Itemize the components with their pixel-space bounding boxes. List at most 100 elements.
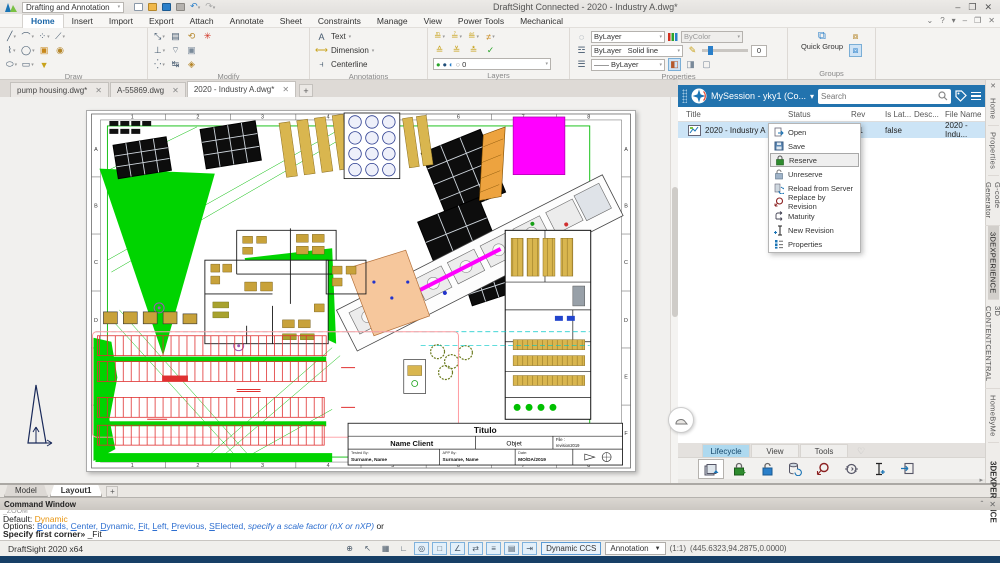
donut-tool-icon[interactable]: ◉ — [54, 44, 67, 57]
menu-home[interactable]: Home — [22, 14, 64, 28]
option-dynamic[interactable]: Dynamic, — [100, 523, 135, 531]
layer-freeze-icon[interactable]: ≟▾ — [450, 30, 463, 43]
tab-lifecycle[interactable]: Lifecycle — [702, 444, 750, 457]
layer-off-icon[interactable]: ≙ — [433, 44, 446, 57]
doc-tab-a55869[interactable]: A-55869.dwg✕ — [110, 82, 186, 97]
menu-export[interactable]: Export — [141, 14, 182, 28]
rectangle-tool-icon[interactable]: ▭▾ — [21, 58, 35, 71]
menu-maturity[interactable]: Maturity — [770, 209, 859, 223]
revisions-button[interactable] — [838, 459, 864, 479]
col-title[interactable]: Title — [686, 110, 701, 119]
tab-view[interactable]: View — [751, 444, 799, 457]
undo-icon[interactable]: ↶▾ — [190, 2, 200, 13]
scroll-right-icon[interactable]: ▸ — [979, 476, 983, 484]
circle-tool-icon[interactable]: ◯▾ — [21, 44, 35, 57]
floor-plan-drawing[interactable]: 12345678 12345678 ABCDEF ABCDEF — [87, 111, 635, 471]
panel-hscrollbar[interactable]: ▸ — [678, 479, 985, 483]
tab-model[interactable]: Model — [4, 485, 48, 497]
minimize-button[interactable]: – — [955, 2, 960, 13]
search-input[interactable] — [821, 92, 938, 101]
tab-tools[interactable]: Tools — [800, 444, 848, 457]
match-properties-icon[interactable]: ◧ — [668, 58, 681, 71]
search-icon[interactable] — [938, 91, 948, 101]
annotation-scale-dropdown[interactable]: Annotation▼ — [605, 542, 665, 555]
option-selected[interactable]: SElected, — [209, 523, 245, 531]
drag-grip-icon[interactable] — [682, 89, 687, 103]
save-icon[interactable] — [162, 3, 171, 11]
chevron-down-icon[interactable]: ▾ — [810, 92, 814, 101]
doc-restore-icon[interactable]: ❐ — [974, 16, 981, 25]
drawing-canvas[interactable]: 12345678 12345678 ABCDEF ABCDEF — [0, 97, 678, 483]
col-file-name[interactable]: File Name — [945, 110, 981, 119]
doc-tab-pump-housing[interactable]: pump housing.dwg*✕ — [10, 82, 109, 97]
stretch-tool-icon[interactable]: ↹ — [169, 58, 182, 71]
hatch-tool-icon[interactable]: ▼ — [38, 58, 51, 71]
menu-manage[interactable]: Manage — [369, 14, 416, 28]
doc-tab-industry-a[interactable]: 2020 - Industry A.dwg*✕ — [187, 81, 296, 97]
fillet-tool-icon[interactable]: ⌔ — [169, 44, 182, 57]
assistant-bubble-button[interactable] — [668, 407, 694, 433]
lineweight-dropdown[interactable]: ——ByLayer▾ — [591, 59, 665, 71]
print-icon[interactable] — [176, 3, 185, 11]
transparency-value[interactable]: 0 — [751, 45, 767, 57]
entity-snap-icon[interactable]: ⊕ — [342, 542, 357, 555]
dynamic-input-icon[interactable]: ⇥ — [522, 542, 537, 555]
close-panel-icon[interactable]: ✕ — [990, 80, 996, 92]
menu-replace-by-revision[interactable]: Replace by Revision — [770, 195, 859, 209]
col-desc[interactable]: Desc... — [914, 110, 939, 119]
option-left[interactable]: Left, — [152, 523, 169, 531]
layer-thaw-icon[interactable]: ≛ — [467, 44, 480, 57]
tag-icon[interactable] — [955, 90, 967, 102]
esnap-icon[interactable]: □ — [432, 542, 447, 555]
menu-attach[interactable]: Attach — [182, 14, 222, 28]
move-tool-icon[interactable]: ⤡▾ — [153, 30, 166, 43]
menu-power-tools[interactable]: Power Tools — [450, 14, 512, 28]
close-command-icon[interactable]: ✕ — [989, 500, 996, 509]
menu-icon[interactable] — [971, 92, 981, 101]
linecolor-dropdown[interactable]: ByLayer▾ — [591, 31, 665, 43]
reload-db-button[interactable] — [782, 459, 808, 479]
side-tab-homebyme[interactable]: HomeByMe — [988, 389, 999, 444]
option-previous[interactable]: Previous, — [171, 523, 206, 531]
open-file-icon[interactable] — [148, 3, 157, 11]
doc-close-icon[interactable]: ✕ — [988, 16, 995, 25]
side-tab-gcode[interactable]: G-code Generator — [983, 176, 1000, 225]
layer-check-icon[interactable]: ✓ — [484, 44, 497, 57]
scale-tool-icon[interactable]: ▣ — [185, 44, 198, 57]
menu-view[interactable]: View — [416, 14, 450, 28]
explode-tool-icon[interactable]: ✳ — [201, 30, 214, 43]
side-tab-3dcontentcentral[interactable]: 3D CONTENTCENTRAL — [983, 300, 1000, 388]
command-lines[interactable]: _ZOOM Default: Dynamic Options: Bounds, … — [0, 510, 1000, 540]
new-file-icon[interactable] — [134, 3, 143, 11]
option-fit[interactable]: Fit, — [138, 523, 150, 531]
close-button[interactable]: ✕ — [984, 2, 992, 13]
restore-button[interactable]: ❐ — [968, 2, 976, 13]
expand-command-icon[interactable]: ˆ — [981, 500, 984, 509]
workspace-selector[interactable]: Drafting and Annotation▾ — [22, 2, 124, 13]
centerline-button[interactable]: ⫞Centerline — [315, 58, 422, 71]
grip-icon[interactable]: ↖ — [360, 542, 375, 555]
doc-minimize-icon[interactable]: – — [963, 16, 967, 25]
clean-screen-icon[interactable]: ▢ — [700, 58, 713, 71]
edit-hatch-tool-icon[interactable]: ◈ — [185, 58, 198, 71]
layer-dropdown[interactable]: ●●◐○ 0▾ — [433, 58, 551, 70]
menu-sheet[interactable]: Sheet — [272, 14, 310, 28]
trim-tool-icon[interactable]: ⊥▾ — [153, 44, 166, 57]
menu-properties[interactable]: Properties — [770, 237, 859, 251]
copy-tool-icon[interactable]: ▤ — [169, 30, 182, 43]
polyline-tool-icon[interactable]: ⟋▾ — [54, 30, 67, 43]
col-is-latest[interactable]: Is Lat... — [885, 110, 911, 119]
new-revision-button[interactable] — [866, 459, 892, 479]
polar-icon[interactable]: ◎ — [414, 542, 429, 555]
menu-constraints[interactable]: Constraints — [310, 14, 369, 28]
menu-import[interactable]: Import — [101, 14, 141, 28]
rotate-tool-icon[interactable]: ⟲ — [185, 30, 198, 43]
col-rev[interactable]: Rev — [851, 110, 865, 119]
dimension-button[interactable]: ⟷Dimension▾ — [315, 44, 422, 57]
print-area-icon[interactable]: ▤ — [504, 542, 519, 555]
group-edit-icon[interactable]: ⧇ — [849, 30, 862, 43]
layout-sheet[interactable]: 12345678 12345678 ABCDEF ABCDEF — [86, 110, 636, 472]
replace-revision-button[interactable] — [810, 459, 836, 479]
text-button[interactable]: AText▾ — [315, 30, 422, 43]
menu-annotate[interactable]: Annotate — [222, 14, 272, 28]
